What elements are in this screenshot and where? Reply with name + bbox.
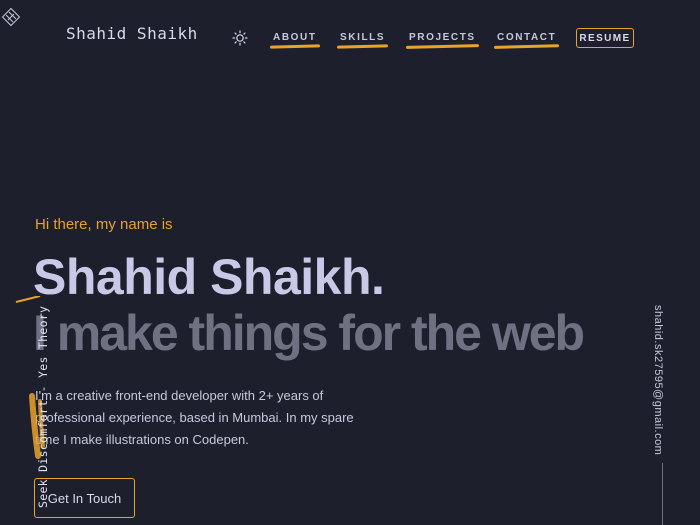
nav-item-label: PROJECTS	[409, 32, 476, 43]
nav-item-contact[interactable]: CONTACT	[493, 32, 560, 49]
nav-underline	[493, 44, 560, 49]
nav-underline	[269, 44, 320, 49]
hero-greeting: Hi there, my name is	[35, 216, 173, 233]
nav-underline	[405, 44, 479, 49]
lightbulb-icon[interactable]	[232, 30, 248, 46]
email-link[interactable]: shahid.sk27595@gmail.com	[652, 305, 664, 455]
email-divider-line	[662, 463, 663, 525]
brand-logo[interactable]: Shahid Shaikh	[66, 24, 198, 43]
nav-item-label: CONTACT	[497, 32, 557, 43]
nav-item-projects[interactable]: PROJECTS	[405, 32, 479, 49]
nav-item-about[interactable]: ABOUT	[269, 32, 320, 49]
nav-underline	[336, 44, 389, 49]
side-quote: Seek Discomfort - Yes Theory	[36, 305, 50, 508]
diamond-logo-icon[interactable]	[0, 6, 22, 28]
nav-item-label: ABOUT	[273, 32, 317, 43]
nav-item-skills[interactable]: SKILLS	[336, 32, 389, 49]
hero-tagline: I make things for the web	[33, 305, 585, 361]
hero-name: Shahid Shaikh.	[33, 249, 385, 305]
resume-button[interactable]: RESUME	[576, 28, 634, 48]
hero-bio: I'm a creative front-end developer with …	[35, 388, 354, 447]
nav-item-label: SKILLS	[340, 32, 386, 43]
